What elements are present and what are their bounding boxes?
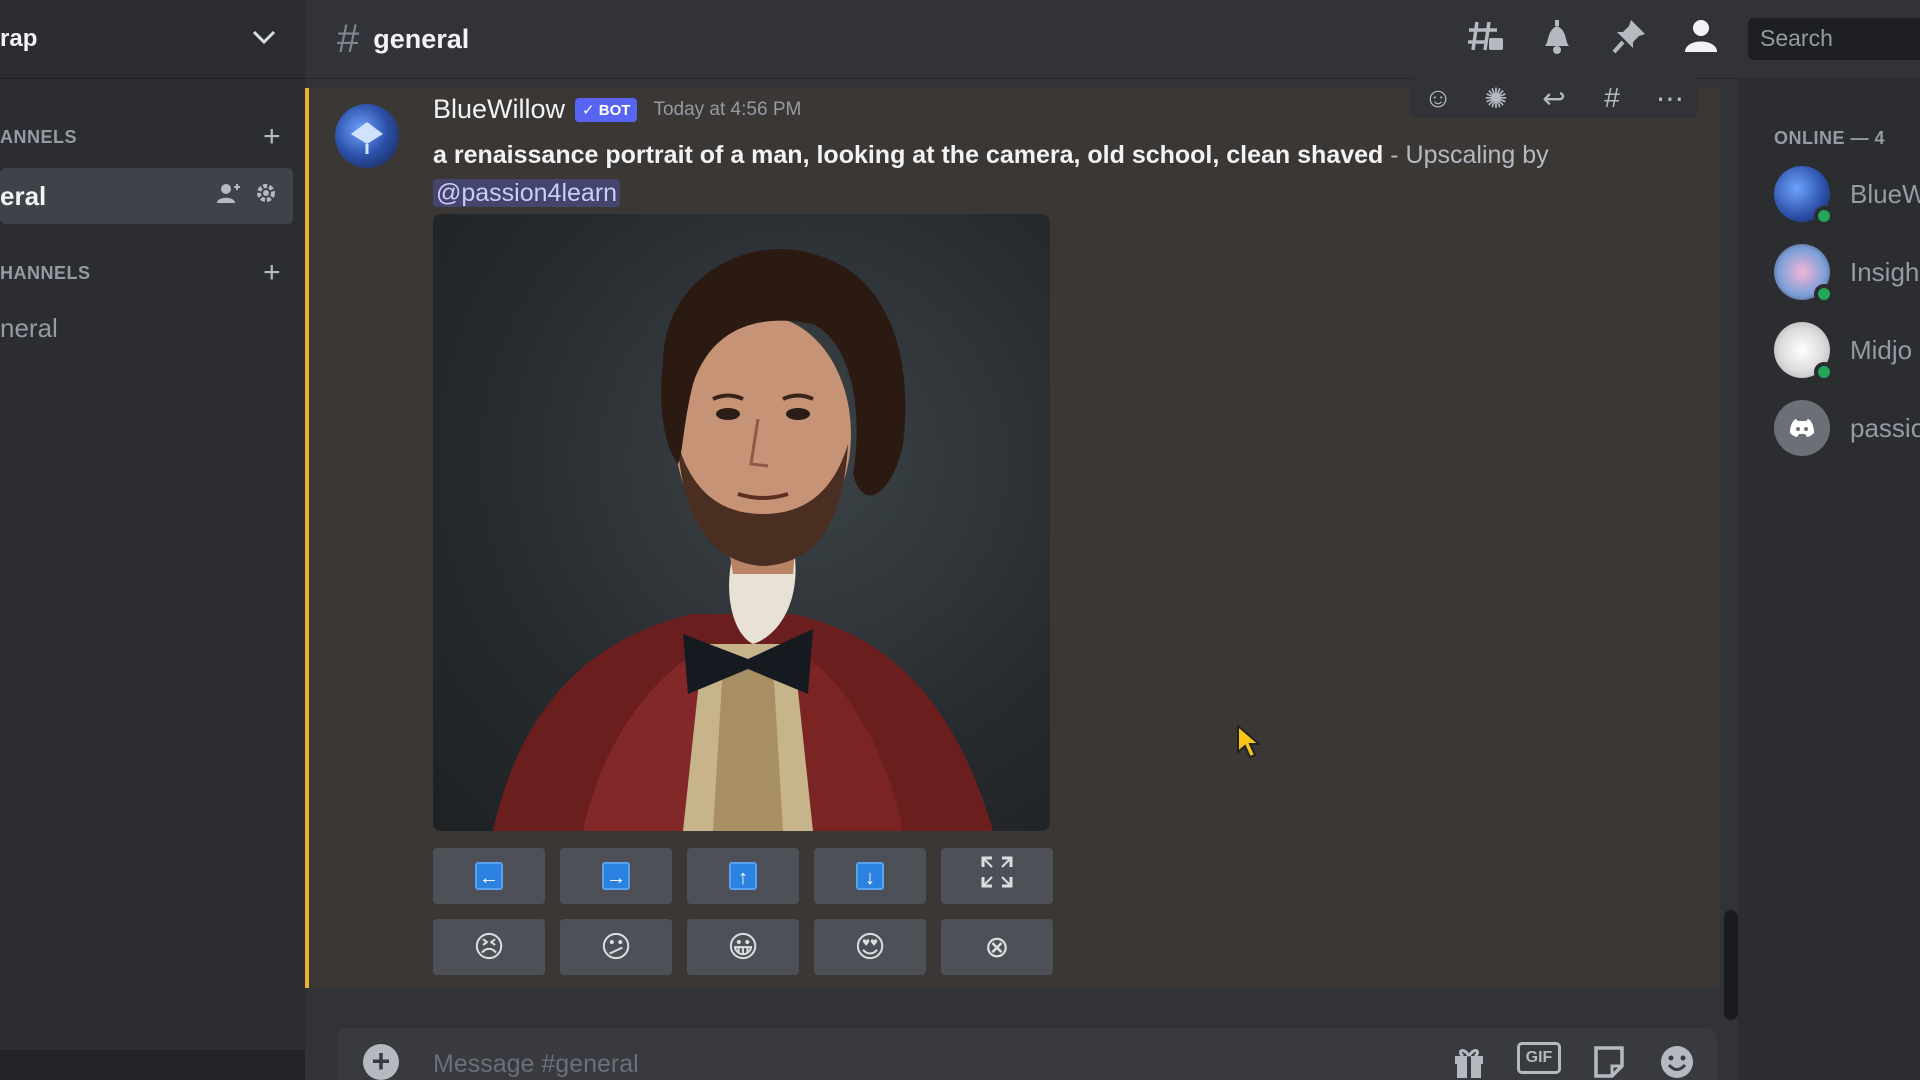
channel-item-voice-general[interactable]: neral xyxy=(0,300,293,356)
message-input[interactable]: Message #general xyxy=(433,1050,639,1079)
channel-item-general[interactable]: eral xyxy=(0,168,293,224)
timestamp: Today at 4:56 PM xyxy=(653,98,802,120)
category-label: ANNELS xyxy=(0,126,78,147)
server-name: rap xyxy=(0,25,38,52)
add-channel-icon[interactable]: + xyxy=(263,256,281,290)
members-icon[interactable] xyxy=(1681,16,1721,63)
rate-button-4[interactable]: 😍 xyxy=(814,919,926,975)
channel-label: eral xyxy=(0,180,47,211)
member-name: Insigh xyxy=(1850,256,1920,287)
member-item[interactable]: BlueW xyxy=(1774,166,1920,226)
online-status-icon xyxy=(1814,362,1834,382)
member-item[interactable]: Midjo xyxy=(1774,322,1913,382)
online-heading: ONLINE — 4 xyxy=(1774,128,1886,148)
confused-face-icon: 😕 xyxy=(600,930,632,964)
online-status-icon xyxy=(1814,206,1834,226)
edit-reaction-icon[interactable]: ✺ xyxy=(1478,82,1514,114)
reply-icon[interactable]: ↩ xyxy=(1536,82,1572,114)
message-content: a renaissance portrait of a man, looking… xyxy=(433,136,1633,212)
online-status-icon xyxy=(1814,284,1834,304)
user-panel xyxy=(0,1050,305,1080)
search-input[interactable]: Search xyxy=(1748,18,1920,60)
bot-badge: ✓ BOT xyxy=(575,97,638,122)
scrollbar[interactable] xyxy=(1724,910,1738,1020)
pan-up-button[interactable]: ↑ xyxy=(687,848,799,904)
plus-icon[interactable]: + xyxy=(363,1044,399,1080)
avatar xyxy=(1774,166,1834,226)
channel-sidebar: rap ANNELS + eral HANNELS + neral xyxy=(0,0,305,1080)
channel-title: general xyxy=(373,23,470,54)
expand-icon xyxy=(980,855,1014,897)
member-name: Midjo xyxy=(1850,334,1913,365)
arrow-down-icon: ↓ xyxy=(856,862,884,890)
add-channel-icon[interactable]: + xyxy=(263,120,281,154)
user-mention[interactable]: @passion4learn xyxy=(433,179,621,207)
more-icon[interactable]: ⋯ xyxy=(1652,82,1688,114)
pan-left-button[interactable]: ← xyxy=(433,848,545,904)
arrow-right-icon: → xyxy=(602,862,630,890)
close-button[interactable]: ⊗ xyxy=(941,919,1053,975)
invite-icon[interactable] xyxy=(217,182,241,210)
mouse-cursor-icon xyxy=(1236,723,1262,765)
rate-button-1[interactable]: 😣 xyxy=(433,919,545,975)
channel-header: # general Search xyxy=(305,0,1920,78)
gear-icon[interactable] xyxy=(255,182,277,210)
pan-down-button[interactable]: ↓ xyxy=(814,848,926,904)
category-label: HANNELS xyxy=(0,262,91,283)
category-voice-channels[interactable]: HANNELS + xyxy=(0,256,305,290)
close-circle-icon: ⊗ xyxy=(984,930,1010,964)
category-text-channels[interactable]: ANNELS + xyxy=(0,120,305,154)
rate-button-3[interactable]: 😀 xyxy=(687,919,799,975)
grinning-face-icon: 😀 xyxy=(727,930,759,964)
arrow-left-icon: ← xyxy=(475,862,503,890)
heart-eyes-icon: 😍 xyxy=(854,930,886,964)
pin-icon[interactable] xyxy=(1609,16,1649,63)
chevron-down-icon[interactable] xyxy=(251,29,277,50)
hash-icon: # xyxy=(337,16,360,61)
avatar xyxy=(1774,400,1830,456)
avatar xyxy=(1774,322,1834,382)
server-header[interactable]: rap xyxy=(0,0,305,78)
member-item[interactable]: passio xyxy=(1774,400,1920,456)
generated-image[interactable] xyxy=(433,214,1050,831)
member-item[interactable]: Insigh xyxy=(1774,244,1920,304)
message-list: BlueWillow ✓ BOT Today at 4:56 PM ☺ ✺ ↩ … xyxy=(305,78,1725,988)
pan-right-button[interactable]: → xyxy=(560,848,672,904)
upscale-button-grid: ← → ↑ ↓ 😣 😕 😀 😍 ⊗ xyxy=(433,848,1053,975)
message-composer[interactable]: + Message #general GIF xyxy=(337,1028,1717,1080)
rate-button-2[interactable]: 😕 xyxy=(560,919,672,975)
bell-icon[interactable] xyxy=(1537,16,1577,63)
message-suffix: - Upscaling by xyxy=(1383,141,1549,169)
arrow-up-icon: ↑ xyxy=(729,862,757,890)
message-actions: ☺ ✺ ↩ # ⋯ xyxy=(1410,78,1698,118)
message-header: BlueWillow ✓ BOT Today at 4:56 PM xyxy=(433,94,801,125)
channel-label: neral xyxy=(0,312,58,343)
emoji-icon[interactable] xyxy=(1657,1042,1697,1080)
username[interactable]: BlueWillow xyxy=(433,94,565,125)
gift-icon[interactable] xyxy=(1449,1042,1489,1080)
discord-logo-icon xyxy=(1790,419,1814,437)
threads-icon[interactable] xyxy=(1465,16,1505,63)
member-name: passio xyxy=(1850,412,1920,443)
zoom-out-button[interactable] xyxy=(941,848,1053,904)
gif-button[interactable]: GIF xyxy=(1517,1042,1561,1074)
create-thread-icon[interactable]: # xyxy=(1594,82,1630,114)
add-reaction-icon[interactable]: ☺ xyxy=(1420,82,1456,114)
persevering-face-icon: 😣 xyxy=(473,930,505,964)
message-prompt: a renaissance portrait of a man, looking… xyxy=(433,141,1384,169)
member-name: BlueW xyxy=(1850,178,1920,209)
member-list: ONLINE — 4 BlueW Insigh Midjo passio xyxy=(1738,78,1920,1080)
bot-avatar[interactable] xyxy=(335,104,399,168)
avatar xyxy=(1774,244,1834,304)
sticker-icon[interactable] xyxy=(1589,1042,1629,1080)
